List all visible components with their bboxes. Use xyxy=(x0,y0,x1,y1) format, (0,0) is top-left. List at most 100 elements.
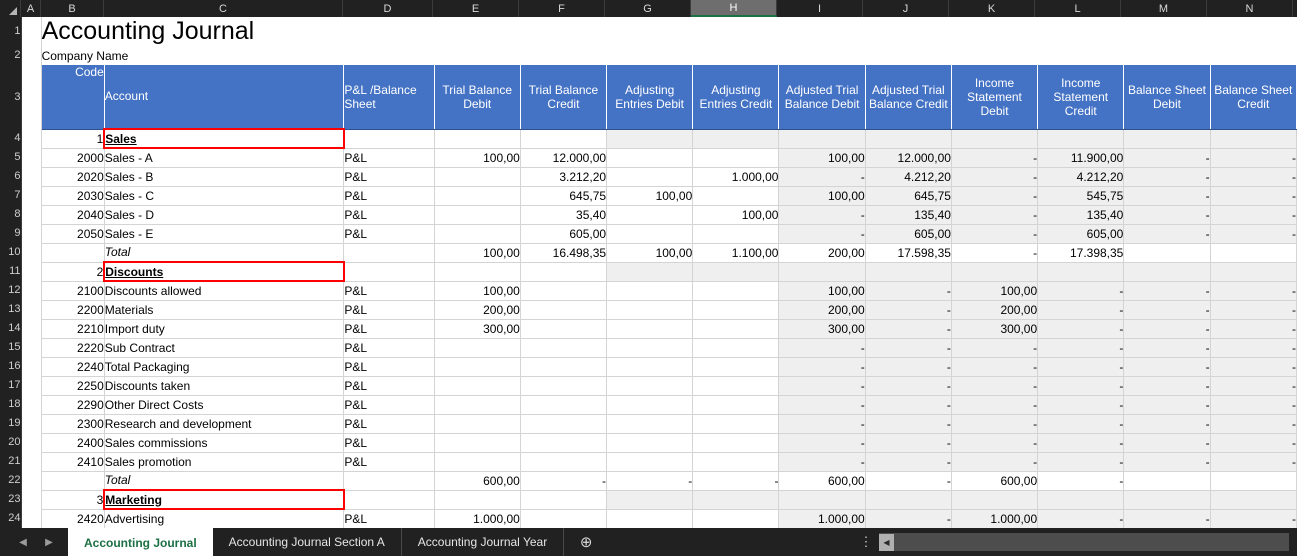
cell-account[interactable]: Discounts allowed xyxy=(104,281,345,301)
cell-adjusting-entries-credit[interactable]: 1.100,00 xyxy=(692,243,780,263)
sheet-tab-2[interactable]: Accounting Journal Year xyxy=(402,528,565,556)
cell-balance-sheet-credit[interactable]: - xyxy=(1210,167,1297,187)
cell-pl-balance-sheet[interactable]: P&L xyxy=(343,395,435,415)
cell-balance-sheet-debit[interactable]: - xyxy=(1123,148,1211,168)
empty-cell[interactable] xyxy=(1123,129,1211,149)
company-name[interactable]: Company Name xyxy=(41,46,1297,65)
empty-cell[interactable] xyxy=(1210,490,1297,510)
cell-pl-balance-sheet[interactable]: P&L xyxy=(343,376,435,396)
total-row[interactable]: 22 Total 600,00- - -600,00-600,00- xyxy=(0,471,1297,491)
cell-income-statement-debit[interactable]: - xyxy=(951,414,1039,434)
column-header-strip[interactable]: A B C D E F G H I J K L M N xyxy=(0,0,1297,17)
cell-A17[interactable] xyxy=(21,376,42,395)
cell-balance-sheet-credit[interactable]: - xyxy=(1210,452,1297,472)
cell-adjusted-trial-balance-debit[interactable]: - xyxy=(778,452,866,472)
th-pl-balance-sheet[interactable]: P&L /Balance Sheet xyxy=(343,65,435,130)
table-row[interactable]: 12 2100 Discounts allowed P&L 100,00 100,00-1… xyxy=(0,281,1297,301)
row-header-15[interactable]: 15 xyxy=(0,338,22,357)
cell-balance-sheet-debit[interactable]: - xyxy=(1123,281,1211,301)
cell-adjusted-trial-balance-credit[interactable]: - xyxy=(865,395,952,415)
column-header-M[interactable]: M xyxy=(1121,0,1207,17)
table-row[interactable]: 9 2050 Sales - E P&L 605,00-605,00-605,00- - xyxy=(0,224,1297,244)
empty-cell[interactable] xyxy=(1037,262,1125,282)
cell-income-statement-debit[interactable]: 100,00 xyxy=(951,281,1039,301)
cell-balance-sheet-debit[interactable]: - xyxy=(1123,186,1211,206)
scroll-left-arrow-icon[interactable]: ◀ xyxy=(879,533,894,551)
cell-code[interactable]: 2000 xyxy=(41,148,105,168)
cell-income-statement-credit[interactable]: 605,00 xyxy=(1037,224,1125,244)
cell-adjusted-trial-balance-debit[interactable]: 100,00 xyxy=(778,148,866,168)
cell-pl-balance-sheet[interactable]: P&L xyxy=(343,414,435,434)
cell-A3[interactable] xyxy=(21,65,42,129)
empty-cell[interactable] xyxy=(951,262,1039,282)
empty-cell[interactable] xyxy=(778,262,866,282)
cell-adjusted-trial-balance-credit[interactable]: - xyxy=(865,281,952,301)
cell-code[interactable]: 2200 xyxy=(41,300,105,320)
cell-trial-balance-credit[interactable]: 35,40 xyxy=(520,205,608,225)
cell-income-statement-debit[interactable]: - xyxy=(951,205,1039,225)
table-row[interactable]: 8 2040 Sales - D P&L 35,40 100,00-135,40-135,… xyxy=(0,205,1297,225)
cell-adjusting-entries-debit[interactable] xyxy=(606,357,694,377)
empty-cell[interactable] xyxy=(343,490,435,510)
cell-adjusted-trial-balance-debit[interactable]: - xyxy=(778,224,866,244)
section-number[interactable]: 3 xyxy=(41,490,105,510)
empty-cell[interactable] xyxy=(606,490,694,510)
cell-balance-sheet-debit[interactable]: - xyxy=(1123,509,1211,528)
cell-pl-balance-sheet[interactable]: P&L xyxy=(343,300,435,320)
row-header-22[interactable]: 22 xyxy=(0,471,22,490)
cell-account[interactable]: Materials xyxy=(104,300,345,320)
cell-adjusting-entries-credit[interactable] xyxy=(692,357,780,377)
cell-balance-sheet-debit[interactable]: - xyxy=(1123,319,1211,339)
cell-pl-balance-sheet[interactable]: P&L xyxy=(343,509,435,528)
cell-adjusted-trial-balance-credit[interactable]: - xyxy=(865,452,952,472)
cell-income-statement-credit[interactable]: - xyxy=(1037,376,1125,396)
cell-balance-sheet-debit[interactable] xyxy=(1123,243,1211,263)
cell-balance-sheet-credit[interactable]: - xyxy=(1210,205,1297,225)
cell-pl-balance-sheet[interactable] xyxy=(343,471,435,491)
cell-code[interactable]: 2210 xyxy=(41,319,105,339)
table-row[interactable]: 17 2250 Discounts taken P&L - - - - - - xyxy=(0,376,1297,396)
cell-income-statement-credit[interactable]: - xyxy=(1037,319,1125,339)
cell-adjusting-entries-credit[interactable] xyxy=(692,338,780,358)
table-row[interactable]: 16 2240 Total Packaging P&L - - - - - - xyxy=(0,357,1297,377)
row-header-10[interactable]: 10 xyxy=(0,243,22,262)
cell-adjusted-trial-balance-credit[interactable]: 645,75 xyxy=(865,186,952,206)
table-row[interactable]: 13 2200 Materials P&L 200,00 200,00-200,00- - - xyxy=(0,300,1297,320)
cell-balance-sheet-credit[interactable]: - xyxy=(1210,376,1297,396)
cell-balance-sheet-debit[interactable]: - xyxy=(1123,357,1211,377)
cell-pl-balance-sheet[interactable]: P&L xyxy=(343,186,435,206)
row-header-2[interactable]: 2 xyxy=(0,46,22,65)
cell-trial-balance-credit[interactable] xyxy=(520,357,608,377)
cell-balance-sheet-debit[interactable]: - xyxy=(1123,205,1211,225)
cell-account[interactable]: Sales commissions xyxy=(104,433,345,453)
column-header-G[interactable]: G xyxy=(605,0,691,17)
table-row[interactable]: 5 2000 Sales - A P&L 100,00 12.000,00 100,00 12… xyxy=(0,148,1297,168)
cell-A24[interactable] xyxy=(21,509,42,528)
cell-income-statement-debit[interactable]: - xyxy=(951,167,1039,187)
cell-adjusting-entries-debit[interactable]: - xyxy=(606,471,694,491)
column-header-C[interactable]: C xyxy=(104,0,343,17)
cell-trial-balance-credit[interactable] xyxy=(520,452,608,472)
total-row[interactable]: 10 Total 100,00 16.498,35 100,00 1.100,00 200,… xyxy=(0,243,1297,263)
cell-income-statement-credit[interactable]: - xyxy=(1037,338,1125,358)
th-income-statement-debit[interactable]: Income Statement Debit xyxy=(951,65,1039,130)
empty-cell[interactable] xyxy=(1037,129,1125,149)
row-header-13[interactable]: 13 xyxy=(0,300,22,319)
cell-trial-balance-debit[interactable]: 100,00 xyxy=(434,281,521,301)
cell-adjusting-entries-debit[interactable] xyxy=(606,224,694,244)
table-row[interactable]: 24 2420 Advertising P&L 1.000,00 1.000,00-1.0… xyxy=(0,509,1297,528)
row-header-18[interactable]: 18 xyxy=(0,395,22,414)
cell-balance-sheet-debit[interactable]: - xyxy=(1123,414,1211,434)
cell-income-statement-credit[interactable]: - xyxy=(1037,300,1125,320)
cell-pl-balance-sheet[interactable]: P&L xyxy=(343,148,435,168)
cell-code[interactable]: 2420 xyxy=(41,509,105,528)
empty-cell[interactable] xyxy=(865,262,952,282)
row-2[interactable]: 2 Company Name xyxy=(0,46,1297,65)
cell-adjusting-entries-debit[interactable] xyxy=(606,338,694,358)
cell-adjusted-trial-balance-credit[interactable]: 605,00 xyxy=(865,224,952,244)
row-header-9[interactable]: 9 xyxy=(0,224,22,243)
cell-adjusting-entries-debit[interactable] xyxy=(606,452,694,472)
cell-income-statement-credit[interactable]: 4.212,20 xyxy=(1037,167,1125,187)
cell-income-statement-debit[interactable]: - xyxy=(951,338,1039,358)
empty-cell[interactable] xyxy=(1123,490,1211,510)
